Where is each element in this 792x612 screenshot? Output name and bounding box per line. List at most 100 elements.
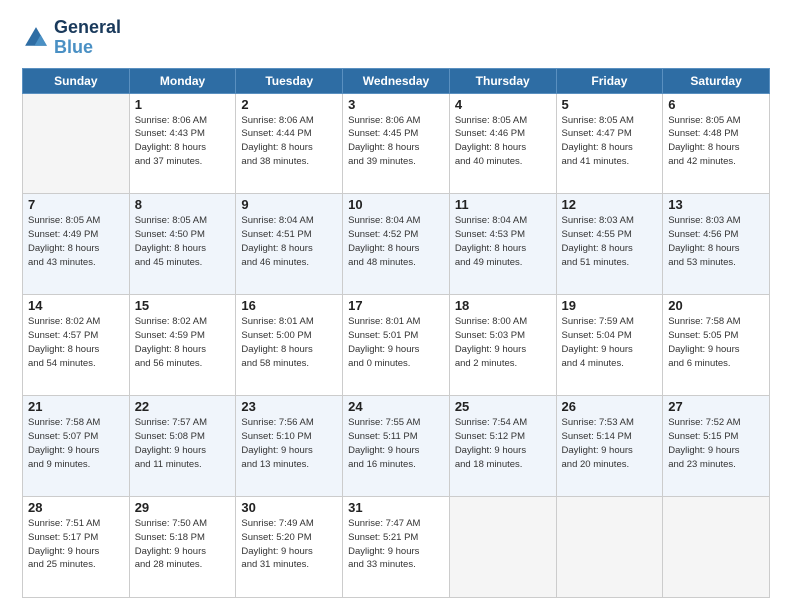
day-number: 27 [668, 399, 764, 414]
calendar-cell: 9 Sunrise: 8:04 AMSunset: 4:51 PMDaylight… [236, 194, 343, 295]
day-info: Sunrise: 8:05 AMSunset: 4:47 PMDaylight:… [562, 114, 658, 169]
calendar-cell: 16 Sunrise: 8:01 AMSunset: 5:00 PMDayligh… [236, 295, 343, 396]
calendar-cell: 5 Sunrise: 8:05 AMSunset: 4:47 PMDaylight… [556, 93, 663, 194]
calendar-cell: 24 Sunrise: 7:55 AMSunset: 5:11 PMDayligh… [343, 396, 450, 497]
day-info: Sunrise: 8:04 AMSunset: 4:52 PMDaylight:… [348, 214, 444, 269]
day-number: 20 [668, 298, 764, 313]
day-number: 7 [28, 197, 124, 212]
day-info: Sunrise: 8:03 AMSunset: 4:56 PMDaylight:… [668, 214, 764, 269]
day-info: Sunrise: 8:00 AMSunset: 5:03 PMDaylight:… [455, 315, 551, 370]
day-info: Sunrise: 7:47 AMSunset: 5:21 PMDaylight:… [348, 517, 444, 572]
day-number: 31 [348, 500, 444, 515]
col-saturday: Saturday [663, 68, 770, 93]
day-number: 14 [28, 298, 124, 313]
day-number: 22 [135, 399, 231, 414]
day-number: 4 [455, 97, 551, 112]
day-number: 16 [241, 298, 337, 313]
day-info: Sunrise: 7:58 AMSunset: 5:07 PMDaylight:… [28, 416, 124, 471]
col-wednesday: Wednesday [343, 68, 450, 93]
calendar-table: Sunday Monday Tuesday Wednesday Thursday… [22, 68, 770, 598]
day-info: Sunrise: 7:58 AMSunset: 5:05 PMDaylight:… [668, 315, 764, 370]
day-info: Sunrise: 8:06 AMSunset: 4:45 PMDaylight:… [348, 114, 444, 169]
day-info: Sunrise: 8:03 AMSunset: 4:55 PMDaylight:… [562, 214, 658, 269]
day-number: 11 [455, 197, 551, 212]
day-info: Sunrise: 7:52 AMSunset: 5:15 PMDaylight:… [668, 416, 764, 471]
logo-icon [22, 24, 50, 52]
calendar-cell [449, 497, 556, 598]
calendar-cell: 26Sunrise: 7:53 AMSunset: 5:14 PMDayligh… [556, 396, 663, 497]
calendar-cell: 10 Sunrise: 8:04 AMSunset: 4:52 PMDayligh… [343, 194, 450, 295]
calendar-cell: 23 Sunrise: 7:56 AMSunset: 5:10 PMDayligh… [236, 396, 343, 497]
calendar-cell: 20 Sunrise: 7:58 AMSunset: 5:05 PMDayligh… [663, 295, 770, 396]
day-number: 3 [348, 97, 444, 112]
calendar-cell: 3 Sunrise: 8:06 AMSunset: 4:45 PMDaylight… [343, 93, 450, 194]
day-number: 6 [668, 97, 764, 112]
calendar-header-row: Sunday Monday Tuesday Wednesday Thursday… [23, 68, 770, 93]
day-number: 25 [455, 399, 551, 414]
col-sunday: Sunday [23, 68, 130, 93]
day-info: Sunrise: 7:50 AMSunset: 5:18 PMDaylight:… [135, 517, 231, 572]
calendar-cell: 21 Sunrise: 7:58 AMSunset: 5:07 PMDayligh… [23, 396, 130, 497]
calendar-cell: 27 Sunrise: 7:52 AMSunset: 5:15 PMDayligh… [663, 396, 770, 497]
calendar-cell: 30 Sunrise: 7:49 AMSunset: 5:20 PMDayligh… [236, 497, 343, 598]
day-number: 21 [28, 399, 124, 414]
calendar-cell: 7 Sunrise: 8:05 AMSunset: 4:49 PMDaylight… [23, 194, 130, 295]
day-info: Sunrise: 8:02 AMSunset: 4:57 PMDaylight:… [28, 315, 124, 370]
day-info: Sunrise: 8:02 AMSunset: 4:59 PMDaylight:… [135, 315, 231, 370]
header: General Blue [22, 18, 770, 58]
calendar-cell: 2 Sunrise: 8:06 AMSunset: 4:44 PMDaylight… [236, 93, 343, 194]
day-info: Sunrise: 8:04 AMSunset: 4:51 PMDaylight:… [241, 214, 337, 269]
day-info: Sunrise: 7:56 AMSunset: 5:10 PMDaylight:… [241, 416, 337, 471]
page: General Blue Sunday Monday Tuesday Wedne… [0, 0, 792, 612]
day-number: 9 [241, 197, 337, 212]
day-info: Sunrise: 7:49 AMSunset: 5:20 PMDaylight:… [241, 517, 337, 572]
day-info: Sunrise: 8:05 AMSunset: 4:50 PMDaylight:… [135, 214, 231, 269]
day-info: Sunrise: 7:55 AMSunset: 5:11 PMDaylight:… [348, 416, 444, 471]
calendar-cell [23, 93, 130, 194]
logo: General Blue [22, 18, 121, 58]
day-number: 10 [348, 197, 444, 212]
day-number: 24 [348, 399, 444, 414]
calendar-cell: 17Sunrise: 8:01 AMSunset: 5:01 PMDayligh… [343, 295, 450, 396]
day-info: Sunrise: 8:01 AMSunset: 5:01 PMDaylight:… [348, 315, 444, 370]
calendar-cell: 15Sunrise: 8:02 AMSunset: 4:59 PMDayligh… [129, 295, 236, 396]
calendar-cell: 4 Sunrise: 8:05 AMSunset: 4:46 PMDaylight… [449, 93, 556, 194]
day-info: Sunrise: 8:01 AMSunset: 5:00 PMDaylight:… [241, 315, 337, 370]
calendar-cell: 18 Sunrise: 8:00 AMSunset: 5:03 PMDayligh… [449, 295, 556, 396]
day-number: 28 [28, 500, 124, 515]
calendar-cell: 8Sunrise: 8:05 AMSunset: 4:50 PMDaylight… [129, 194, 236, 295]
calendar-week-row: 21 Sunrise: 7:58 AMSunset: 5:07 PMDayligh… [23, 396, 770, 497]
calendar-cell: 6 Sunrise: 8:05 AMSunset: 4:48 PMDaylight… [663, 93, 770, 194]
day-info: Sunrise: 8:05 AMSunset: 4:49 PMDaylight:… [28, 214, 124, 269]
day-info: Sunrise: 7:59 AMSunset: 5:04 PMDaylight:… [562, 315, 658, 370]
col-tuesday: Tuesday [236, 68, 343, 93]
col-monday: Monday [129, 68, 236, 93]
calendar-cell: 14 Sunrise: 8:02 AMSunset: 4:57 PMDayligh… [23, 295, 130, 396]
calendar-cell: 12 Sunrise: 8:03 AMSunset: 4:55 PMDayligh… [556, 194, 663, 295]
calendar-week-row: 1 Sunrise: 8:06 AMSunset: 4:43 PMDaylight… [23, 93, 770, 194]
day-info: Sunrise: 8:06 AMSunset: 4:43 PMDaylight:… [135, 114, 231, 169]
day-number: 12 [562, 197, 658, 212]
day-number: 23 [241, 399, 337, 414]
day-number: 2 [241, 97, 337, 112]
col-friday: Friday [556, 68, 663, 93]
calendar-cell [556, 497, 663, 598]
day-info: Sunrise: 8:05 AMSunset: 4:46 PMDaylight:… [455, 114, 551, 169]
day-number: 1 [135, 97, 231, 112]
day-info: Sunrise: 8:05 AMSunset: 4:48 PMDaylight:… [668, 114, 764, 169]
day-info: Sunrise: 8:04 AMSunset: 4:53 PMDaylight:… [455, 214, 551, 269]
day-number: 26 [562, 399, 658, 414]
calendar-cell: 31 Sunrise: 7:47 AMSunset: 5:21 PMDayligh… [343, 497, 450, 598]
calendar-cell: 25Sunrise: 7:54 AMSunset: 5:12 PMDayligh… [449, 396, 556, 497]
calendar-cell: 29Sunrise: 7:50 AMSunset: 5:18 PMDayligh… [129, 497, 236, 598]
day-info: Sunrise: 7:51 AMSunset: 5:17 PMDaylight:… [28, 517, 124, 572]
day-info: Sunrise: 8:06 AMSunset: 4:44 PMDaylight:… [241, 114, 337, 169]
calendar-cell: 13Sunrise: 8:03 AMSunset: 4:56 PMDayligh… [663, 194, 770, 295]
calendar-cell [663, 497, 770, 598]
day-number: 18 [455, 298, 551, 313]
day-number: 19 [562, 298, 658, 313]
calendar-week-row: 28 Sunrise: 7:51 AMSunset: 5:17 PMDayligh… [23, 497, 770, 598]
day-number: 30 [241, 500, 337, 515]
day-number: 5 [562, 97, 658, 112]
col-thursday: Thursday [449, 68, 556, 93]
